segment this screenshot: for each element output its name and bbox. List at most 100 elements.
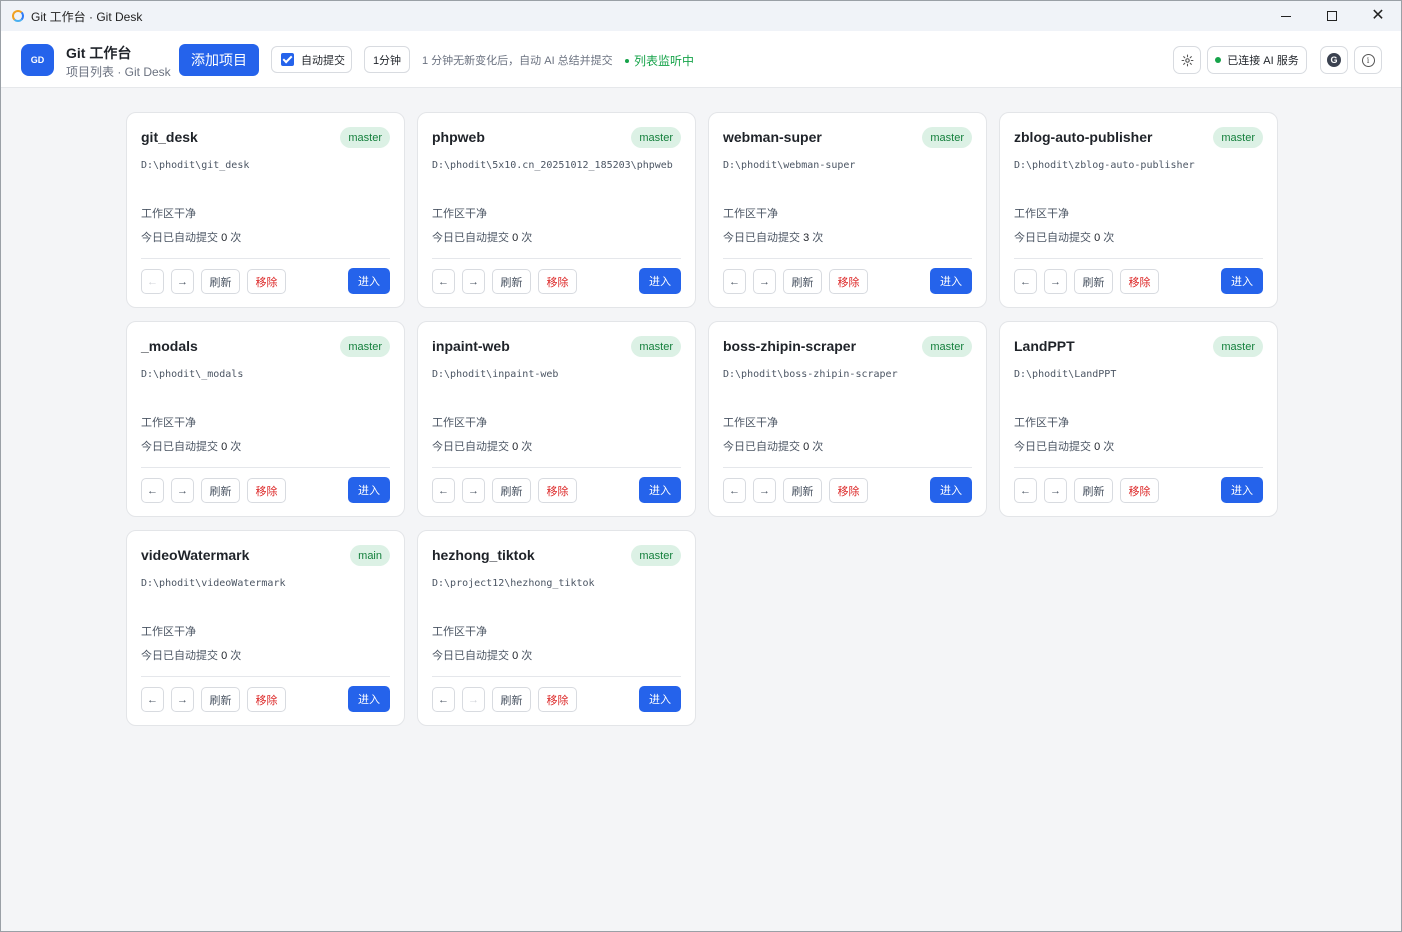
refresh-button[interactable]: 刷新 bbox=[201, 478, 240, 503]
title-bar: Git 工作台 · Git Desk ✕ bbox=[1, 1, 1401, 31]
refresh-button[interactable]: 刷新 bbox=[783, 269, 822, 294]
auto-commit-checkbox[interactable] bbox=[281, 53, 294, 66]
branch-badge: master bbox=[922, 336, 972, 357]
commit-count-unit: 次 bbox=[230, 441, 242, 453]
refresh-button[interactable]: 刷新 bbox=[492, 269, 531, 294]
enter-button[interactable]: 进入 bbox=[1221, 268, 1263, 294]
today-commits: 今日已自动提交 0 次 bbox=[141, 647, 241, 663]
today-commits-label: 今日已自动提交 bbox=[432, 650, 509, 662]
card-actions: ← → 刷新 移除 bbox=[723, 478, 875, 503]
move-right-button[interactable]: → bbox=[171, 687, 194, 712]
remove-button[interactable]: 移除 bbox=[829, 269, 868, 294]
refresh-button[interactable]: 刷新 bbox=[1074, 478, 1113, 503]
card-divider bbox=[723, 258, 972, 259]
today-commits-label: 今日已自动提交 bbox=[141, 232, 218, 244]
info-button[interactable]: i bbox=[1354, 46, 1382, 74]
auto-commit-toggle[interactable]: 自动提交 bbox=[271, 46, 352, 73]
enter-button[interactable]: 进入 bbox=[639, 477, 681, 503]
card-divider bbox=[141, 258, 390, 259]
branch-badge: master bbox=[631, 336, 681, 357]
move-left-button[interactable]: ← bbox=[141, 478, 164, 503]
maximize-button[interactable] bbox=[1309, 1, 1355, 31]
commit-count: 0 bbox=[221, 441, 228, 453]
move-right-button[interactable]: → bbox=[1044, 269, 1067, 294]
refresh-button[interactable]: 刷新 bbox=[201, 687, 240, 712]
enter-button[interactable]: 进入 bbox=[1221, 477, 1263, 503]
remove-button[interactable]: 移除 bbox=[538, 687, 577, 712]
remove-button[interactable]: 移除 bbox=[829, 478, 868, 503]
workspace-status: 工作区干净 bbox=[141, 417, 196, 429]
move-right-button[interactable]: → bbox=[1044, 478, 1067, 503]
refresh-button[interactable]: 刷新 bbox=[1074, 269, 1113, 294]
refresh-button[interactable]: 刷新 bbox=[492, 478, 531, 503]
today-commits: 今日已自动提交 0 次 bbox=[1014, 438, 1114, 454]
move-left-button[interactable]: ← bbox=[432, 478, 455, 503]
move-right-button[interactable]: → bbox=[462, 687, 485, 712]
today-commits-label: 今日已自动提交 bbox=[432, 232, 509, 244]
minimize-button[interactable] bbox=[1263, 1, 1309, 31]
project-path: D:\phodit\git_desk bbox=[141, 160, 250, 171]
commit-count: 0 bbox=[221, 650, 228, 662]
commit-count: 0 bbox=[512, 232, 519, 244]
move-left-button[interactable]: ← bbox=[141, 269, 164, 294]
project-name: hezhong_tiktok bbox=[432, 547, 535, 563]
refresh-button[interactable]: 刷新 bbox=[492, 687, 531, 712]
move-right-button[interactable]: → bbox=[171, 478, 194, 503]
move-left-button[interactable]: ← bbox=[1014, 269, 1037, 294]
move-left-button[interactable]: ← bbox=[432, 687, 455, 712]
move-right-button[interactable]: → bbox=[753, 269, 776, 294]
enter-button[interactable]: 进入 bbox=[639, 686, 681, 712]
remove-button[interactable]: 移除 bbox=[1120, 478, 1159, 503]
move-right-button[interactable]: → bbox=[462, 478, 485, 503]
auto-commit-hint: 1 分钟无新变化后，自动 AI 总结并提交 bbox=[422, 55, 613, 67]
remove-button[interactable]: 移除 bbox=[538, 269, 577, 294]
info-icon: i bbox=[1361, 53, 1375, 67]
add-project-button[interactable]: 添加项目 bbox=[179, 44, 259, 76]
today-commits: 今日已自动提交 0 次 bbox=[1014, 229, 1114, 245]
branch-badge: main bbox=[350, 545, 390, 566]
commit-count-unit: 次 bbox=[1103, 441, 1115, 453]
remove-button[interactable]: 移除 bbox=[1120, 269, 1159, 294]
status-dot-icon bbox=[625, 58, 629, 63]
enter-button[interactable]: 进入 bbox=[348, 268, 390, 294]
move-right-button[interactable]: → bbox=[753, 478, 776, 503]
today-commits: 今日已自动提交 0 次 bbox=[141, 229, 241, 245]
project-card: webman-super master D:\phodit\webman-sup… bbox=[708, 112, 987, 308]
today-commits-label: 今日已自动提交 bbox=[723, 232, 800, 244]
ai-status-label: 已连接 AI 服务 bbox=[1227, 55, 1299, 67]
refresh-button[interactable]: 刷新 bbox=[201, 269, 240, 294]
project-card: git_desk master D:\phodit\git_desk 工作区干净… bbox=[126, 112, 405, 308]
card-divider bbox=[432, 467, 681, 468]
branch-badge: master bbox=[340, 336, 390, 357]
move-left-button[interactable]: ← bbox=[723, 478, 746, 503]
interval-select[interactable]: 1分钟 bbox=[364, 46, 410, 73]
enter-button[interactable]: 进入 bbox=[930, 477, 972, 503]
remove-button[interactable]: 移除 bbox=[538, 478, 577, 503]
enter-button[interactable]: 进入 bbox=[348, 686, 390, 712]
move-right-button[interactable]: → bbox=[171, 269, 194, 294]
enter-button[interactable]: 进入 bbox=[930, 268, 972, 294]
remove-button[interactable]: 移除 bbox=[247, 478, 286, 503]
workspace-status: 工作区干净 bbox=[723, 208, 778, 220]
branch-badge: master bbox=[340, 127, 390, 148]
project-path: D:\phodit\webman-super bbox=[723, 160, 856, 171]
watch-status: 列表监听中 bbox=[625, 52, 694, 69]
git-button[interactable]: G bbox=[1320, 46, 1348, 74]
workspace-status: 工作区干净 bbox=[1014, 208, 1069, 220]
project-name: boss-zhipin-scraper bbox=[723, 338, 857, 354]
today-commits: 今日已自动提交 3 次 bbox=[723, 229, 823, 245]
card-actions: ← → 刷新 移除 bbox=[432, 687, 584, 712]
close-button[interactable]: ✕ bbox=[1355, 1, 1401, 31]
move-right-button[interactable]: → bbox=[462, 269, 485, 294]
refresh-button[interactable]: 刷新 bbox=[783, 478, 822, 503]
enter-button[interactable]: 进入 bbox=[639, 268, 681, 294]
remove-button[interactable]: 移除 bbox=[247, 269, 286, 294]
settings-button[interactable] bbox=[1173, 46, 1201, 74]
ai-service-status[interactable]: 已连接 AI 服务 bbox=[1207, 46, 1307, 74]
move-left-button[interactable]: ← bbox=[432, 269, 455, 294]
move-left-button[interactable]: ← bbox=[1014, 478, 1037, 503]
move-left-button[interactable]: ← bbox=[723, 269, 746, 294]
enter-button[interactable]: 进入 bbox=[348, 477, 390, 503]
remove-button[interactable]: 移除 bbox=[247, 687, 286, 712]
move-left-button[interactable]: ← bbox=[141, 687, 164, 712]
